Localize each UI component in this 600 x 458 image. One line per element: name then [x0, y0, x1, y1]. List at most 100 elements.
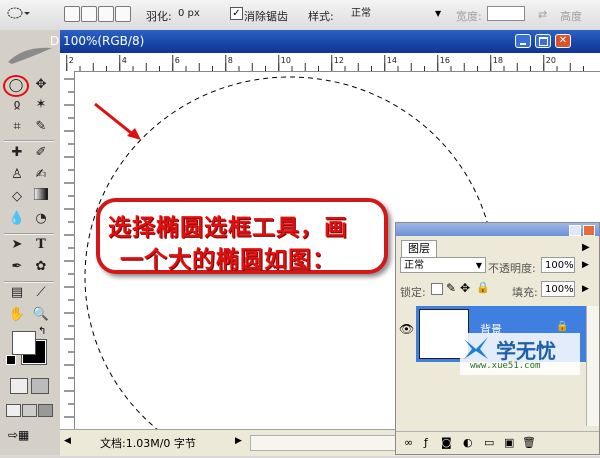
- new-selection-button[interactable]: [64, 6, 80, 22]
- screen-mode-full-menu-button[interactable]: [22, 404, 37, 417]
- gradient-tool-icon[interactable]: [32, 187, 50, 206]
- panel-menu-icon[interactable]: ▶: [582, 242, 590, 253]
- visibility-eye-icon[interactable]: 👁: [399, 323, 414, 335]
- lock-all-icon[interactable]: 🔒: [476, 281, 490, 294]
- opacity-slider-arrow[interactable]: ▶: [582, 260, 589, 270]
- feather-input[interactable]: 0 px: [175, 6, 219, 21]
- opacity-label: 不透明度:: [488, 262, 536, 275]
- maximize-button[interactable]: [535, 34, 551, 48]
- tutorial-callout: 选择椭圆选框工具，画 一个大的椭圆如图：: [96, 198, 388, 274]
- lock-pixels-icon[interactable]: ✎: [446, 281, 456, 295]
- zoom-tool-icon[interactable]: 🔍: [32, 306, 50, 324]
- new-group-icon[interactable]: ▭: [484, 436, 494, 449]
- chevron-down-icon[interactable]: ▼: [435, 9, 441, 18]
- status-menu-icon[interactable]: ▶: [235, 436, 242, 446]
- fill-label: 填充:: [512, 286, 538, 299]
- style-label: 样式:: [308, 10, 334, 23]
- dodge-tool-icon[interactable]: ◔: [32, 210, 50, 228]
- lock-label: 锁定:: [400, 286, 426, 299]
- stamp-tool-icon[interactable]: ♙: [8, 166, 26, 184]
- layer-lock-icon: 🔒: [556, 321, 569, 332]
- close-button[interactable]: ✕: [555, 34, 571, 48]
- swap-icon[interactable]: ⇄: [538, 8, 547, 21]
- notes-tool-icon[interactable]: ▤: [8, 284, 26, 302]
- swap-colors-icon[interactable]: ↰: [38, 326, 46, 337]
- tab-layers[interactable]: 图层: [401, 240, 437, 257]
- pen-tool-icon[interactable]: ✒: [8, 258, 26, 276]
- document-size-status: 文档:1.03M/0 字节: [100, 437, 196, 450]
- intersect-selection-button[interactable]: [115, 6, 131, 22]
- watermark: 学无忧 www.xue51.com: [460, 333, 580, 375]
- lock-position-icon[interactable]: ✥: [460, 281, 470, 295]
- watermark-url: www.xue51.com: [470, 361, 541, 371]
- ruler-label: 6: [175, 56, 180, 65]
- height-label: 高度: [560, 10, 582, 23]
- layer-mask-icon[interactable]: ◙: [441, 436, 452, 449]
- pointer-arrow: [94, 102, 136, 138]
- chevron-down-icon: ▼: [475, 261, 482, 270]
- subtract-selection-button[interactable]: [98, 6, 114, 22]
- magic-wand-tool-icon[interactable]: ✶: [32, 96, 50, 114]
- new-layer-icon[interactable]: ▣: [504, 436, 514, 449]
- style-select[interactable]: 正常: [348, 6, 446, 21]
- callout-line-1: 选择椭圆选框工具，画: [108, 214, 348, 241]
- antialias-label: 消除锯齿: [244, 10, 288, 23]
- minimize-button[interactable]: [515, 34, 531, 48]
- hand-tool-icon[interactable]: ✋: [8, 306, 26, 324]
- blur-tool-icon[interactable]: 💧: [8, 210, 26, 228]
- document-title-bar[interactable]: D 100%(RGB/8) ✕: [50, 30, 600, 53]
- standard-mode-button[interactable]: [10, 378, 28, 394]
- jump-to-imageready-button[interactable]: ⇨▦: [8, 428, 48, 444]
- screen-mode-standard-button[interactable]: [6, 404, 21, 417]
- antialias-checkbox[interactable]: ✓: [230, 7, 243, 20]
- healing-brush-tool-icon[interactable]: ✚: [8, 144, 26, 162]
- ruler-label: 18: [493, 56, 503, 65]
- layer-style-icon[interactable]: ƒ: [424, 436, 428, 449]
- panel-close-button[interactable]: [583, 225, 595, 236]
- ruler-label: 16: [440, 56, 450, 65]
- lasso-tool-icon[interactable]: ჲ: [8, 96, 26, 114]
- history-brush-tool-icon[interactable]: ✍: [32, 166, 50, 184]
- nav-arrow-icon[interactable]: ◀: [64, 436, 71, 446]
- blend-mode-select[interactable]: 正常 ▼: [400, 257, 486, 273]
- foreground-color-swatch[interactable]: [12, 331, 36, 355]
- layers-panel-footer: ∞ ƒ ◙ ◐ ▭ ▣ 🗑: [396, 431, 599, 455]
- layers-scrollbar[interactable]: [586, 306, 599, 426]
- default-colors-icon[interactable]: [6, 355, 16, 365]
- layers-panel-title-bar[interactable]: [396, 223, 599, 236]
- panel-minimize-button[interactable]: [569, 225, 581, 236]
- ruler-label: 12: [334, 56, 344, 65]
- fill-slider-arrow[interactable]: ▶: [582, 284, 589, 294]
- width-label: 宽度:: [456, 10, 482, 23]
- ellipse-marquee-tool-icon[interactable]: ◯: [7, 77, 25, 95]
- brush-tool-icon[interactable]: ✐: [32, 144, 50, 162]
- crop-tool-icon[interactable]: ⌗: [8, 118, 26, 136]
- screen-mode-full-button[interactable]: [38, 404, 53, 417]
- custom-shape-tool-icon[interactable]: ✿: [32, 258, 50, 276]
- quick-mask-button[interactable]: [31, 378, 49, 394]
- path-selection-tool-icon[interactable]: ➤: [8, 236, 26, 254]
- ruler-label: 4: [122, 56, 127, 65]
- slice-tool-icon[interactable]: ✎: [32, 118, 50, 136]
- lock-transparency-icon[interactable]: [431, 283, 443, 295]
- fill-input[interactable]: 100%: [541, 281, 575, 297]
- feather-logo-icon: [4, 44, 56, 66]
- opacity-input[interactable]: 100%: [541, 257, 575, 273]
- vertical-ruler: [60, 71, 75, 455]
- toolbox: ◯ ✥ ჲ ✶ ⌗ ✎ ✚ ✐ ♙ ✍ ◇ 💧 ◔ ➤ T ✒ ✿ ▤ ⟋ ✋ …: [0, 30, 61, 455]
- style-select-value: 正常: [351, 8, 371, 19]
- link-layers-icon[interactable]: ∞: [404, 436, 413, 449]
- ruler-label: 20: [546, 56, 556, 65]
- width-input[interactable]: [487, 6, 525, 21]
- eraser-tool-icon[interactable]: ◇: [8, 188, 26, 206]
- eyedropper-tool-icon[interactable]: ⟋: [32, 284, 50, 302]
- document-title: D 100%(RGB/8): [50, 34, 145, 48]
- move-tool-icon[interactable]: ✥: [32, 76, 50, 94]
- horizontal-ruler: 2 4 6 8 10 12 14 16 18 20: [60, 53, 600, 72]
- adjustment-layer-icon[interactable]: ◐: [463, 436, 473, 449]
- type-tool-icon[interactable]: T: [32, 236, 50, 254]
- delete-layer-icon[interactable]: 🗑: [522, 436, 536, 449]
- ellipse-marquee-preset-icon[interactable]: [6, 6, 30, 20]
- callout-line-2: 一个大的椭圆如图：: [120, 246, 336, 273]
- add-to-selection-button[interactable]: [81, 6, 97, 22]
